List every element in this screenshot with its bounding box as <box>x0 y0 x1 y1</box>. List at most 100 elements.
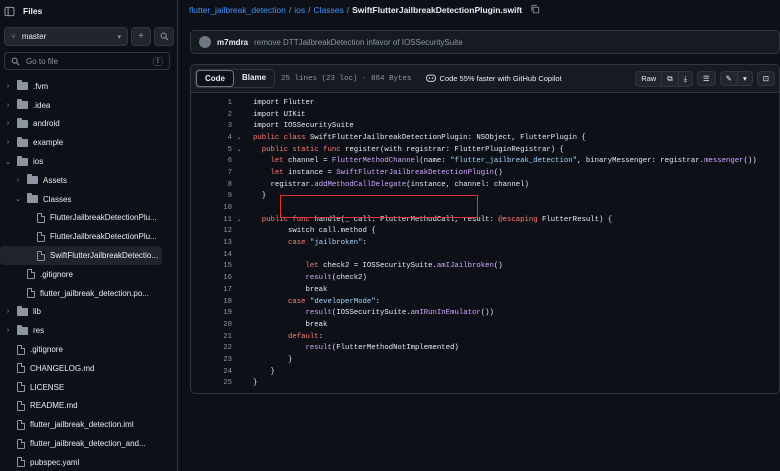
tree-item-label: FlutterJailbreakDetectionPlu... <box>50 232 157 242</box>
code-line: 8 registrar.addMethodCallDelegate(instan… <box>191 179 779 191</box>
code-line: 2 import UIKit <box>191 109 779 121</box>
chevron-down-icon[interactable]: ⌄ <box>14 195 22 203</box>
tree-item-label: android <box>33 119 60 129</box>
line-number[interactable]: 6 <box>191 157 232 165</box>
folder-icon <box>17 136 28 147</box>
edit-icon[interactable]: ✎ <box>721 72 738 85</box>
tree-file-item[interactable]: flutter_jailbreak_detection.po... <box>0 284 178 303</box>
code-line: 19 result(IOSSecuritySuite.amIRunInEmula… <box>191 307 779 319</box>
avatar[interactable] <box>199 36 211 48</box>
copilot-promo[interactable]: Code 55% faster with GitHub Copilot <box>425 73 562 84</box>
code-text: case "jailbroken": <box>288 239 367 248</box>
commit-message[interactable]: remove DTTJailbreakDetection infavor of … <box>254 38 463 47</box>
copy-raw-icon[interactable]: ⧉ <box>662 71 679 86</box>
breadcrumb-repo-link[interactable]: flutter_jailbreak_detection <box>189 5 286 15</box>
tab-code[interactable]: Code <box>196 70 234 87</box>
line-number[interactable]: 5 <box>191 146 232 154</box>
chevron-right-icon[interactable]: › <box>4 327 12 334</box>
line-number[interactable]: 16 <box>191 274 232 282</box>
tree-file-item[interactable]: flutter_jailbreak_detection.iml <box>0 415 178 434</box>
folder-icon <box>17 324 28 335</box>
tree-file-item[interactable]: .gitignore <box>0 265 178 284</box>
line-number[interactable]: 14 <box>191 251 232 259</box>
chevron-right-icon[interactable]: › <box>14 177 22 184</box>
line-number[interactable]: 10 <box>191 204 232 212</box>
line-number[interactable]: 2 <box>191 111 232 119</box>
line-number[interactable]: 9 <box>191 192 232 200</box>
line-number[interactable]: 21 <box>191 333 232 341</box>
symbols-panel-icon[interactable]: ⊡ <box>758 72 774 85</box>
code-text: } <box>253 379 258 388</box>
raw-button[interactable]: Raw <box>636 71 663 86</box>
tree-file-item[interactable]: flutter_jailbreak_detection_and... <box>0 434 178 453</box>
line-number[interactable]: 18 <box>191 298 232 306</box>
line-number[interactable]: 19 <box>191 309 232 317</box>
chevron-right-icon[interactable]: › <box>4 120 12 127</box>
breadcrumb-classes-link[interactable]: Classes <box>314 5 344 15</box>
tree-file-item[interactable]: FlutterJailbreakDetectionPlu... <box>0 227 178 246</box>
line-number[interactable]: 25 <box>191 379 232 387</box>
search-button[interactable] <box>154 27 174 46</box>
line-number[interactable]: 22 <box>191 344 232 352</box>
tree-item-label: ios <box>33 157 44 167</box>
line-number[interactable]: 11 <box>191 216 232 224</box>
fold-chevron-icon[interactable]: ⌄ <box>232 146 246 153</box>
line-number[interactable]: 7 <box>191 169 232 177</box>
chevron-down-icon[interactable]: ▾ <box>738 72 752 85</box>
breadcrumb-ios-link[interactable]: ios <box>294 5 305 15</box>
tree-folder-item[interactable]: › .idea <box>0 96 178 115</box>
code-text: import IOSSecuritySuite <box>253 122 354 131</box>
tree-folder-item[interactable]: › Assets <box>0 171 178 190</box>
line-number[interactable]: 13 <box>191 239 232 247</box>
line-number[interactable]: 4 <box>191 134 232 142</box>
tab-blame[interactable]: Blame <box>234 70 274 87</box>
code-line: 23 } <box>191 354 779 366</box>
line-number[interactable]: 24 <box>191 368 232 376</box>
tree-file-item[interactable]: .gitignore <box>0 340 178 359</box>
tree-item-label: lib <box>33 307 42 317</box>
code-viewer: Code Blame 25 lines (23 loc) · 884 Bytes… <box>190 64 780 394</box>
tree-folder-item[interactable]: › .fvm <box>0 77 178 96</box>
symbols-icon[interactable]: ☰ <box>698 72 715 85</box>
branch-selector[interactable]: ⑂ master ▾ <box>4 27 128 46</box>
line-number[interactable]: 1 <box>191 99 232 107</box>
line-number[interactable]: 23 <box>191 356 232 364</box>
commit-author[interactable]: m7mdra <box>217 38 248 47</box>
chevron-right-icon[interactable]: › <box>4 102 12 109</box>
tree-folder-item[interactable]: ⌄ ios <box>0 152 178 171</box>
line-number[interactable]: 15 <box>191 262 232 270</box>
chevron-right-icon[interactable]: › <box>4 83 12 90</box>
chevron-down-icon[interactable]: ⌄ <box>4 158 12 166</box>
copilot-icon <box>425 73 436 84</box>
tree-file-item[interactable]: CHANGELOG.md <box>0 359 178 378</box>
line-number[interactable]: 12 <box>191 227 232 235</box>
line-number[interactable]: 17 <box>191 286 232 294</box>
tree-file-item[interactable]: FlutterJailbreakDetectionPlu... <box>0 209 178 228</box>
code-line: 15 let check2 = IOSSecuritySuite.amIJail… <box>191 261 779 273</box>
tree-folder-item[interactable]: ⌄ Classes <box>0 190 178 209</box>
line-number[interactable]: 8 <box>191 181 232 189</box>
copy-path-icon[interactable] <box>530 4 540 16</box>
code-text: import UIKit <box>253 110 306 119</box>
add-file-button[interactable]: + <box>131 27 151 46</box>
line-number[interactable]: 20 <box>191 321 232 329</box>
code-line: 12 switch call.method { <box>191 226 779 238</box>
go-to-file-input[interactable]: Go to file t <box>4 52 170 70</box>
folder-icon <box>17 305 28 316</box>
tree-file-item[interactable]: README.md <box>0 397 178 416</box>
tree-folder-item[interactable]: › res <box>0 321 178 340</box>
download-icon[interactable]: ⤓ <box>679 72 692 86</box>
tree-file-item[interactable]: SwiftFlutterJailbreakDetectio... <box>0 246 162 265</box>
tree-file-item[interactable]: pubspec.yaml <box>0 453 178 471</box>
fold-chevron-icon[interactable]: ⌄ <box>232 216 246 223</box>
tree-folder-item[interactable]: › android <box>0 115 178 134</box>
chevron-right-icon[interactable]: › <box>4 308 12 315</box>
chevron-right-icon[interactable]: › <box>4 139 12 146</box>
tree-folder-item[interactable]: › lib <box>0 303 178 322</box>
tree-file-item[interactable]: LICENSE <box>0 378 178 397</box>
tree-folder-item[interactable]: › example <box>0 133 178 152</box>
line-number[interactable]: 3 <box>191 122 232 130</box>
fold-chevron-icon[interactable]: ⌄ <box>232 134 246 141</box>
collapse-sidebar-icon[interactable] <box>4 6 15 17</box>
shortcut-hint: t <box>153 56 163 66</box>
